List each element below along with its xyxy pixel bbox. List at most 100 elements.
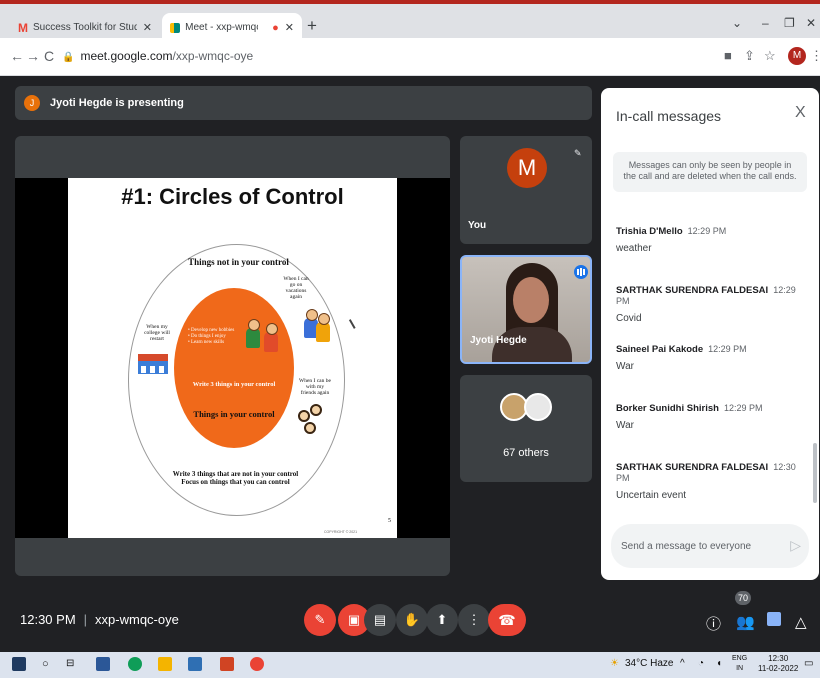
tile-label-you: You bbox=[468, 220, 487, 231]
chat-message: SARTHAK SURENDRA FALDESAI 12:29 PM Covid bbox=[616, 285, 806, 324]
reload-icon[interactable]: C bbox=[44, 48, 54, 64]
chat-message-input[interactable]: Send a message to everyone ▷ bbox=[611, 524, 809, 568]
inner-write-prompt: Write 3 things in your control bbox=[192, 381, 276, 388]
tile-others[interactable]: 67 others bbox=[460, 375, 592, 482]
tile-presenter[interactable]: Jyoti Hegde bbox=[460, 255, 592, 364]
more-options-button[interactable]: ⋮ bbox=[458, 604, 490, 636]
hang-up-icon: ☎ bbox=[498, 612, 516, 628]
captions-button[interactable]: ▤ bbox=[364, 604, 396, 636]
share-icon[interactable]: ⇪ bbox=[744, 48, 755, 64]
message-sender: SARTHAK SURENDRA FALDESAI bbox=[616, 462, 769, 473]
note-college: When my college will restart bbox=[144, 324, 170, 342]
camera-indicator-icon[interactable]: ■ bbox=[724, 48, 732, 63]
new-tab-button[interactable]: + bbox=[307, 16, 317, 36]
message-time: 12:29 PM bbox=[708, 344, 747, 354]
message-sender: Borker Sunidhi Shirish bbox=[616, 403, 719, 414]
minimize-button[interactable]: – bbox=[762, 16, 769, 30]
gmail-icon: M bbox=[18, 20, 28, 35]
url-host: meet.google.com bbox=[80, 49, 173, 63]
presenting-text: Jyoti Hegde is presenting bbox=[50, 97, 184, 109]
inner-circle bbox=[174, 288, 294, 448]
self-avatar: M bbox=[507, 148, 547, 188]
search-icon[interactable]: ○ bbox=[42, 658, 49, 670]
tile-label-presenter: Jyoti Hegde bbox=[470, 335, 527, 346]
file-explorer-icon[interactable] bbox=[158, 657, 172, 671]
presenter-face bbox=[513, 277, 549, 323]
message-text: Covid bbox=[616, 313, 642, 324]
slide-bottom-note: Write 3 things that are not in your cont… bbox=[172, 470, 299, 486]
word-icon[interactable] bbox=[96, 657, 110, 671]
browser-tab-strip: M Success Toolkit for Students - ma ✕ Me… bbox=[0, 0, 820, 42]
meeting-info-icon[interactable]: ⓘ bbox=[706, 613, 721, 634]
tile-you[interactable]: M ✎ You bbox=[460, 136, 592, 244]
message-text: weather bbox=[616, 243, 652, 254]
message-text: War bbox=[616, 361, 634, 372]
activities-icon[interactable]: △ bbox=[795, 613, 807, 631]
child-illustration bbox=[246, 319, 260, 348]
meeting-details: 12:30 PM | xxp-wmqc-oye bbox=[20, 612, 179, 627]
chat-icon[interactable] bbox=[767, 612, 781, 626]
in-call-messages-panel: In-call messages X Messages can only be … bbox=[601, 88, 819, 580]
lock-icon: 🔒 bbox=[62, 52, 75, 63]
language-indicator[interactable]: ENG IN bbox=[732, 654, 747, 674]
school-illustration bbox=[138, 354, 168, 374]
meeting-time: 12:30 PM bbox=[20, 612, 76, 627]
windows-taskbar: ○ ⊟ ☀ 34°C Haze ^ ◔ ◖ ENG IN 12:30 11-02… bbox=[0, 652, 820, 678]
volume-icon[interactable]: ◖ bbox=[716, 658, 722, 669]
present-icon: ⬆ bbox=[436, 612, 448, 627]
tray-chevron-icon[interactable]: ^ bbox=[680, 658, 685, 669]
address-bar[interactable]: 🔒 meet.google.com/xxp-wmqc-oye bbox=[62, 49, 253, 63]
clock-time: 12:30 bbox=[768, 654, 789, 663]
tab-title: Success Toolkit for Students - ma bbox=[33, 22, 137, 33]
powerpoint-icon[interactable] bbox=[220, 657, 234, 671]
browser-toolbar: ← → C 🔒 meet.google.com/xxp-wmqc-oye ■ ⇪ … bbox=[0, 38, 820, 76]
close-window-button[interactable]: ✕ bbox=[806, 16, 816, 30]
slide-title: #1: Circles of Control bbox=[121, 184, 344, 209]
clock-date: 11-02-2022 bbox=[758, 664, 799, 673]
close-icon[interactable]: X bbox=[795, 104, 806, 122]
windows-start-icon[interactable] bbox=[12, 657, 26, 671]
profile-avatar[interactable]: M bbox=[788, 47, 806, 65]
leave-call-button[interactable]: ☎ bbox=[488, 604, 526, 636]
mic-off-icon: ✎ bbox=[574, 148, 582, 158]
url-path: /xxp-wmqc-oye bbox=[172, 49, 254, 63]
forward-icon[interactable]: → bbox=[26, 48, 40, 64]
weather-text[interactable]: 34°C Haze bbox=[625, 658, 673, 669]
chat-message: Trishia D'Mello 12:29 PM weather bbox=[616, 226, 806, 254]
taskbar-clock[interactable]: 12:30 11-02-2022 bbox=[758, 654, 798, 674]
restore-button[interactable]: ❐ bbox=[784, 16, 795, 30]
recording-icon: ● bbox=[272, 21, 279, 34]
bookmark-star-icon[interactable]: ☆ bbox=[764, 48, 776, 64]
kebab-icon: ⋮ bbox=[467, 612, 481, 627]
store-icon[interactable] bbox=[188, 657, 202, 671]
children-illustration bbox=[316, 313, 330, 342]
present-button[interactable]: ⬆ bbox=[426, 604, 458, 636]
send-icon[interactable]: ▷ bbox=[790, 537, 801, 554]
close-tab-icon[interactable]: ✕ bbox=[143, 21, 152, 34]
menu-kebab-icon[interactable]: ⋮ bbox=[810, 48, 820, 64]
note-vacations: When I can go on vacations again bbox=[283, 276, 309, 300]
raise-hand-button[interactable]: ✋ bbox=[396, 604, 428, 636]
message-sender: SARTHAK SURENDRA FALDESAI bbox=[616, 285, 769, 296]
slide-copyright: COPYRIGHT © 2021 bbox=[324, 530, 358, 534]
chat-message: Saineel Pai Kakode 12:29 PM War bbox=[616, 344, 806, 372]
tab-search-icon[interactable]: ⌄ bbox=[732, 16, 742, 30]
presenter-avatar: J bbox=[24, 95, 40, 111]
message-sender: Saineel Pai Kakode bbox=[616, 344, 704, 355]
task-view-icon[interactable]: ⊟ bbox=[66, 658, 74, 669]
back-icon[interactable]: ← bbox=[10, 48, 24, 64]
people-icon[interactable]: 👥 bbox=[736, 613, 755, 631]
meeting-code: xxp-wmqc-oye bbox=[95, 612, 179, 627]
note-friends: When I can be with my friends again bbox=[299, 378, 331, 396]
friends-illustration bbox=[304, 422, 316, 434]
close-tab-icon[interactable]: ✕ bbox=[285, 21, 294, 34]
mic-toggle-button[interactable]: ✎ bbox=[304, 604, 336, 636]
people-count-badge: 70 bbox=[735, 591, 751, 605]
notifications-icon[interactable]: ▭ bbox=[804, 658, 813, 669]
presentation-stage[interactable]: #1: Circles of Control Things not in you… bbox=[15, 136, 450, 576]
network-icon[interactable]: ◔ bbox=[698, 658, 704, 669]
chrome-icon[interactable] bbox=[250, 657, 264, 671]
edge-icon[interactable] bbox=[128, 657, 142, 671]
chat-scrollbar[interactable] bbox=[813, 443, 817, 503]
panel-title: In-call messages bbox=[616, 108, 722, 124]
